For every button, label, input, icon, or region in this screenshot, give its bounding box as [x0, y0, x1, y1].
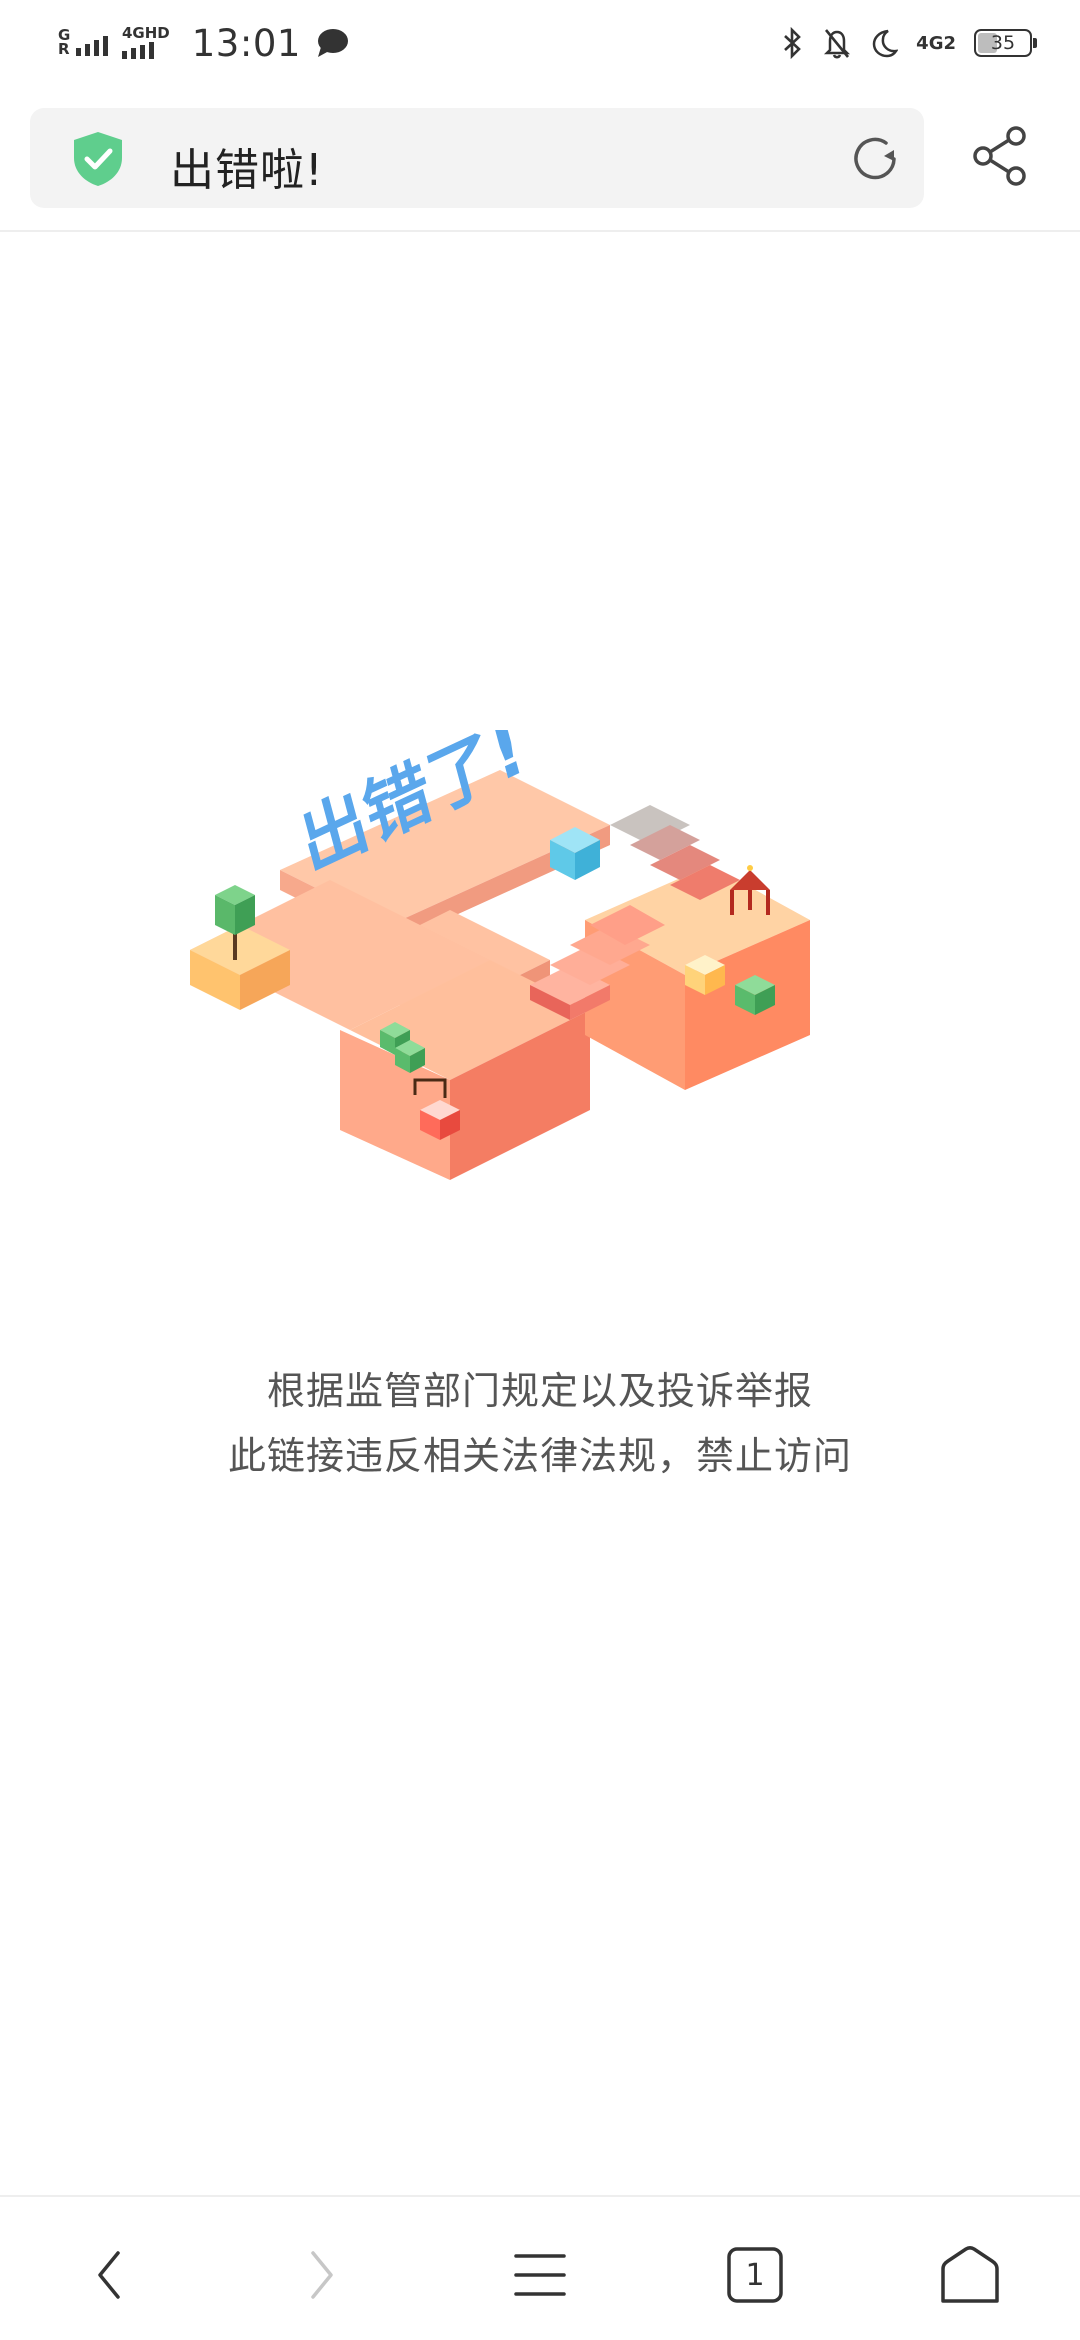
signal-1-label: G R	[58, 26, 71, 58]
status-left: G R 4GHD 13:01	[58, 18, 349, 68]
error-illustration: 出错了!	[190, 730, 810, 1180]
header-divider	[0, 230, 1080, 232]
reload-icon[interactable]	[846, 130, 904, 188]
back-button[interactable]	[68, 2235, 148, 2315]
page-title[interactable]: 出错啦!	[170, 134, 324, 198]
error-message-line-1: 根据监管部门规定以及投诉举报	[266, 1369, 813, 1413]
chevron-right-icon	[311, 2251, 333, 2299]
status-bar: G R 4GHD 13:01 4G2 35	[0, 0, 1080, 90]
network-type-label: 4G2	[916, 32, 956, 54]
signal-strength-2: 4GHD	[122, 26, 172, 60]
share-icon[interactable]	[970, 124, 1032, 188]
address-bar[interactable]: 出错啦!	[30, 108, 924, 208]
battery-level: 35	[990, 32, 1016, 54]
forward-button[interactable]	[283, 2235, 363, 2315]
mute-bell-icon	[824, 29, 851, 59]
chat-bubble-icon	[317, 29, 348, 57]
menu-icon	[514, 2254, 566, 2296]
home-icon	[941, 2246, 999, 2303]
tab-count: 1	[745, 2257, 765, 2293]
moon-icon	[872, 29, 899, 58]
status-right: 4G2 35	[782, 18, 1037, 68]
battery-icon: 35	[974, 29, 1037, 57]
home-button[interactable]	[930, 2235, 1010, 2315]
bottom-navigation: 1	[0, 2197, 1080, 2340]
address-row: 出错啦!	[0, 100, 1080, 212]
security-shield-icon[interactable]	[70, 130, 126, 188]
menu-button[interactable]	[500, 2235, 580, 2315]
bluetooth-icon	[784, 27, 802, 59]
signal-strength-1: G R	[58, 26, 108, 58]
chevron-left-icon	[98, 2251, 120, 2299]
signal-2-label: 4GHD	[122, 24, 170, 42]
tabs-button[interactable]: 1	[715, 2235, 795, 2315]
error-message-line-2: 此链接违反相关法律法规，禁止访问	[227, 1434, 852, 1478]
clock-time: 13:01	[191, 21, 301, 65]
